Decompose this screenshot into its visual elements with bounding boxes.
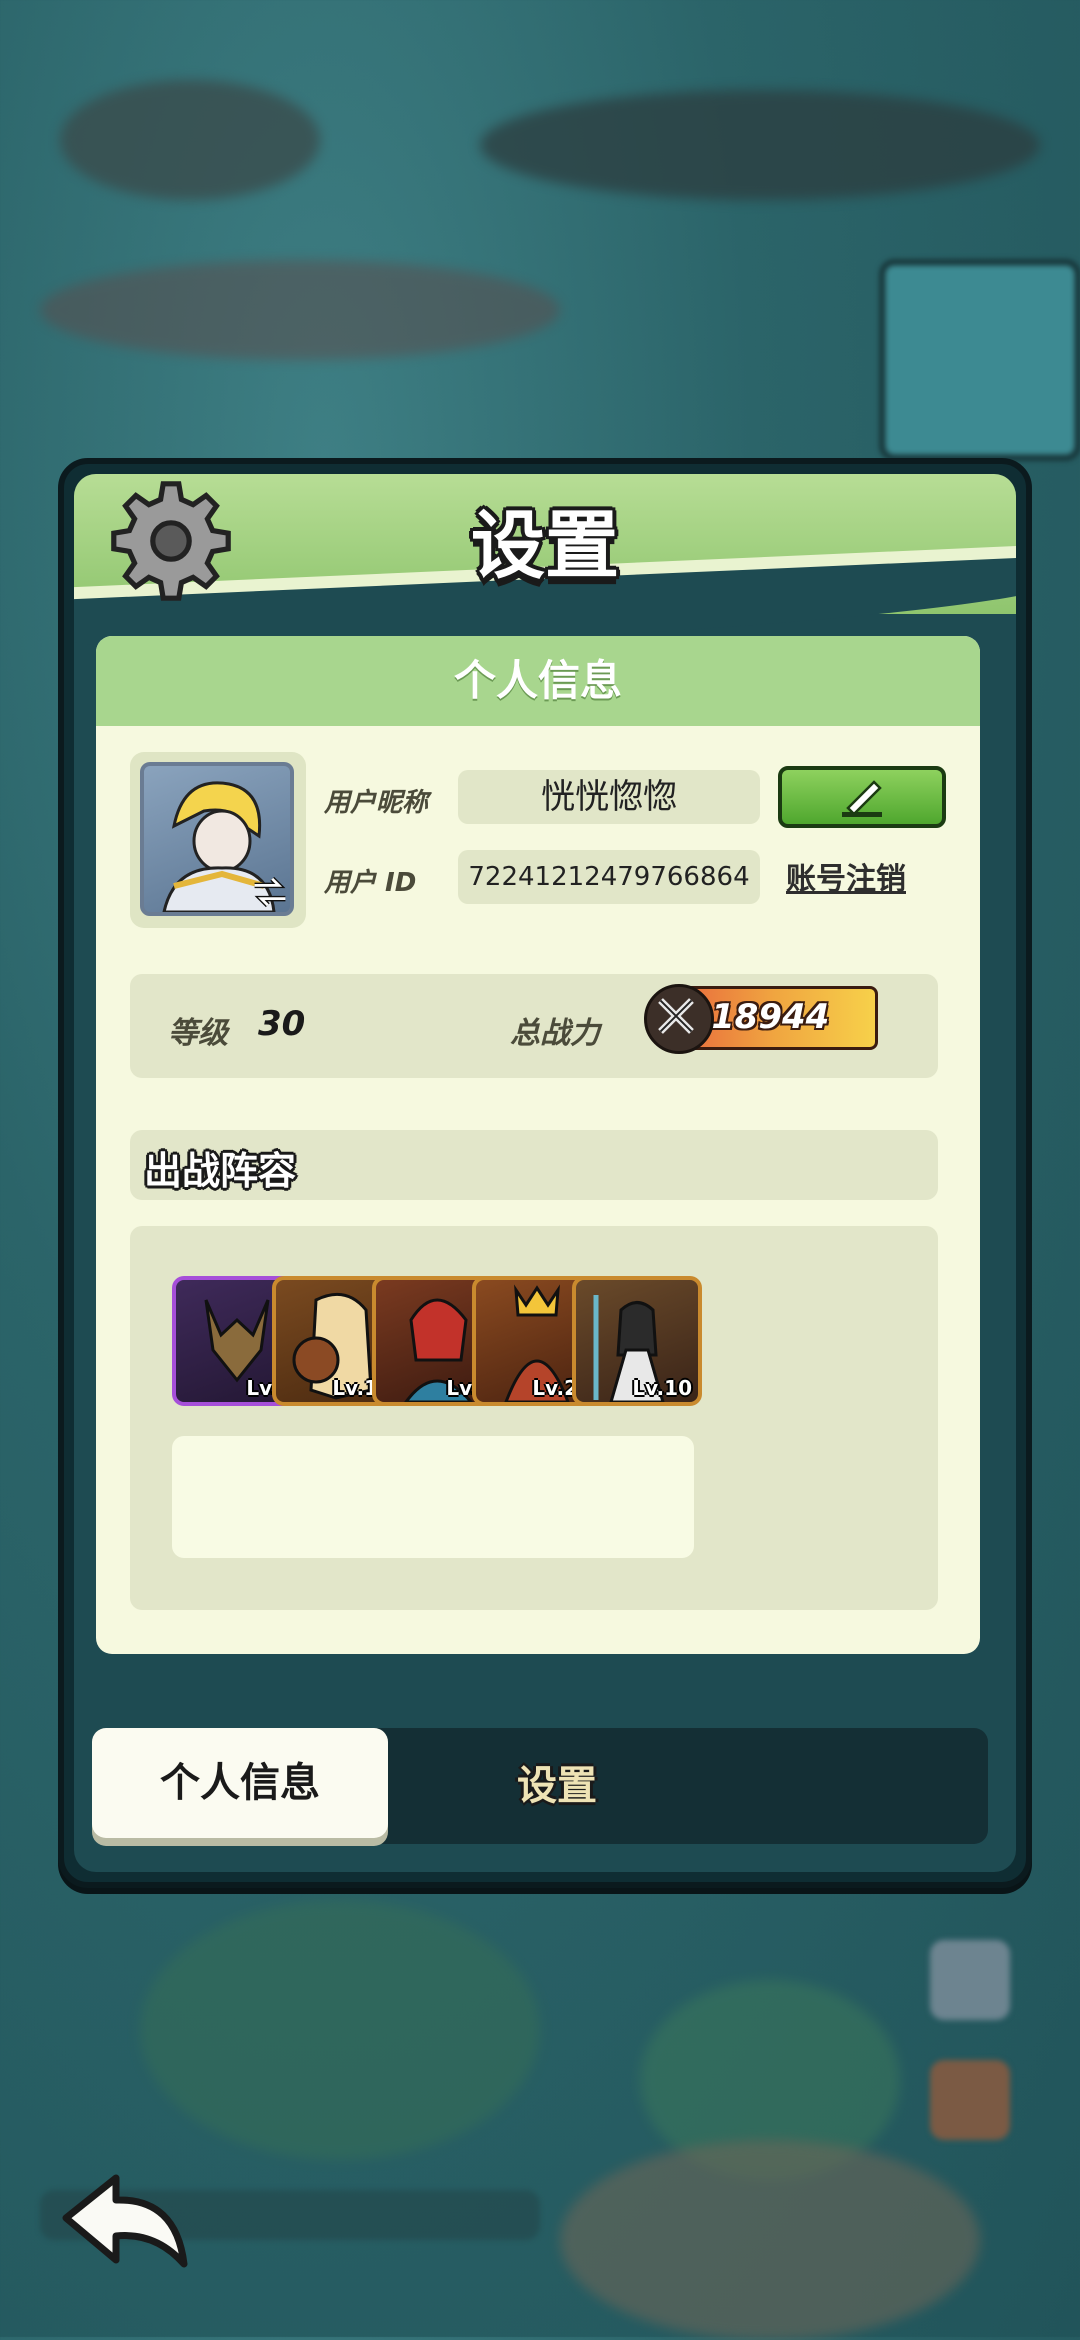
id-label: 用户 ID [324,868,417,898]
tab-settings[interactable]: 设置 [392,1728,722,1844]
nickname-label: 用户昵称 [324,788,429,818]
avatar-frame[interactable] [130,752,306,928]
level-value: 30 [258,1004,306,1044]
edit-pencil-icon [842,780,882,817]
crossed-swords-icon [644,984,714,1054]
lineup-title: 出战阵容 [144,1149,297,1193]
page-title: 设置 [471,503,619,589]
power-label: 总战力 [510,1016,600,1051]
panel-header: 设置 [74,474,1016,660]
hero-level: Lv.10 [632,1376,692,1400]
card-title: 个人信息 [96,636,980,726]
profile-card: 个人信息 用户昵称 恍恍惚惚 用户 ID 72241212479766864 账… [96,636,980,1654]
lineup-box: Lv.8 Lv.19 Lv.4 Lv.27 Lv.10 [130,1226,938,1610]
edit-nickname-button[interactable] [778,766,946,828]
power-value: 18944 [711,997,830,1037]
cancel-account-link[interactable]: 账号注销 [786,854,906,898]
nickname-field: 恍恍惚惚 [458,770,760,824]
user-id-field[interactable]: 72241212479766864 [458,850,760,904]
tab-bar: 个人信息 设置 [92,1728,988,1844]
empty-hero-slot[interactable] [572,1436,694,1558]
level-label: 等级 [168,1016,228,1051]
lineup-header: 出战阵容 [130,1130,938,1200]
back-arrow-icon[interactable] [56,2168,196,2278]
swap-arrows-icon[interactable] [248,870,292,914]
hero-slot-5[interactable]: Lv.10 [572,1276,702,1406]
tab-profile[interactable]: 个人信息 [92,1728,388,1838]
